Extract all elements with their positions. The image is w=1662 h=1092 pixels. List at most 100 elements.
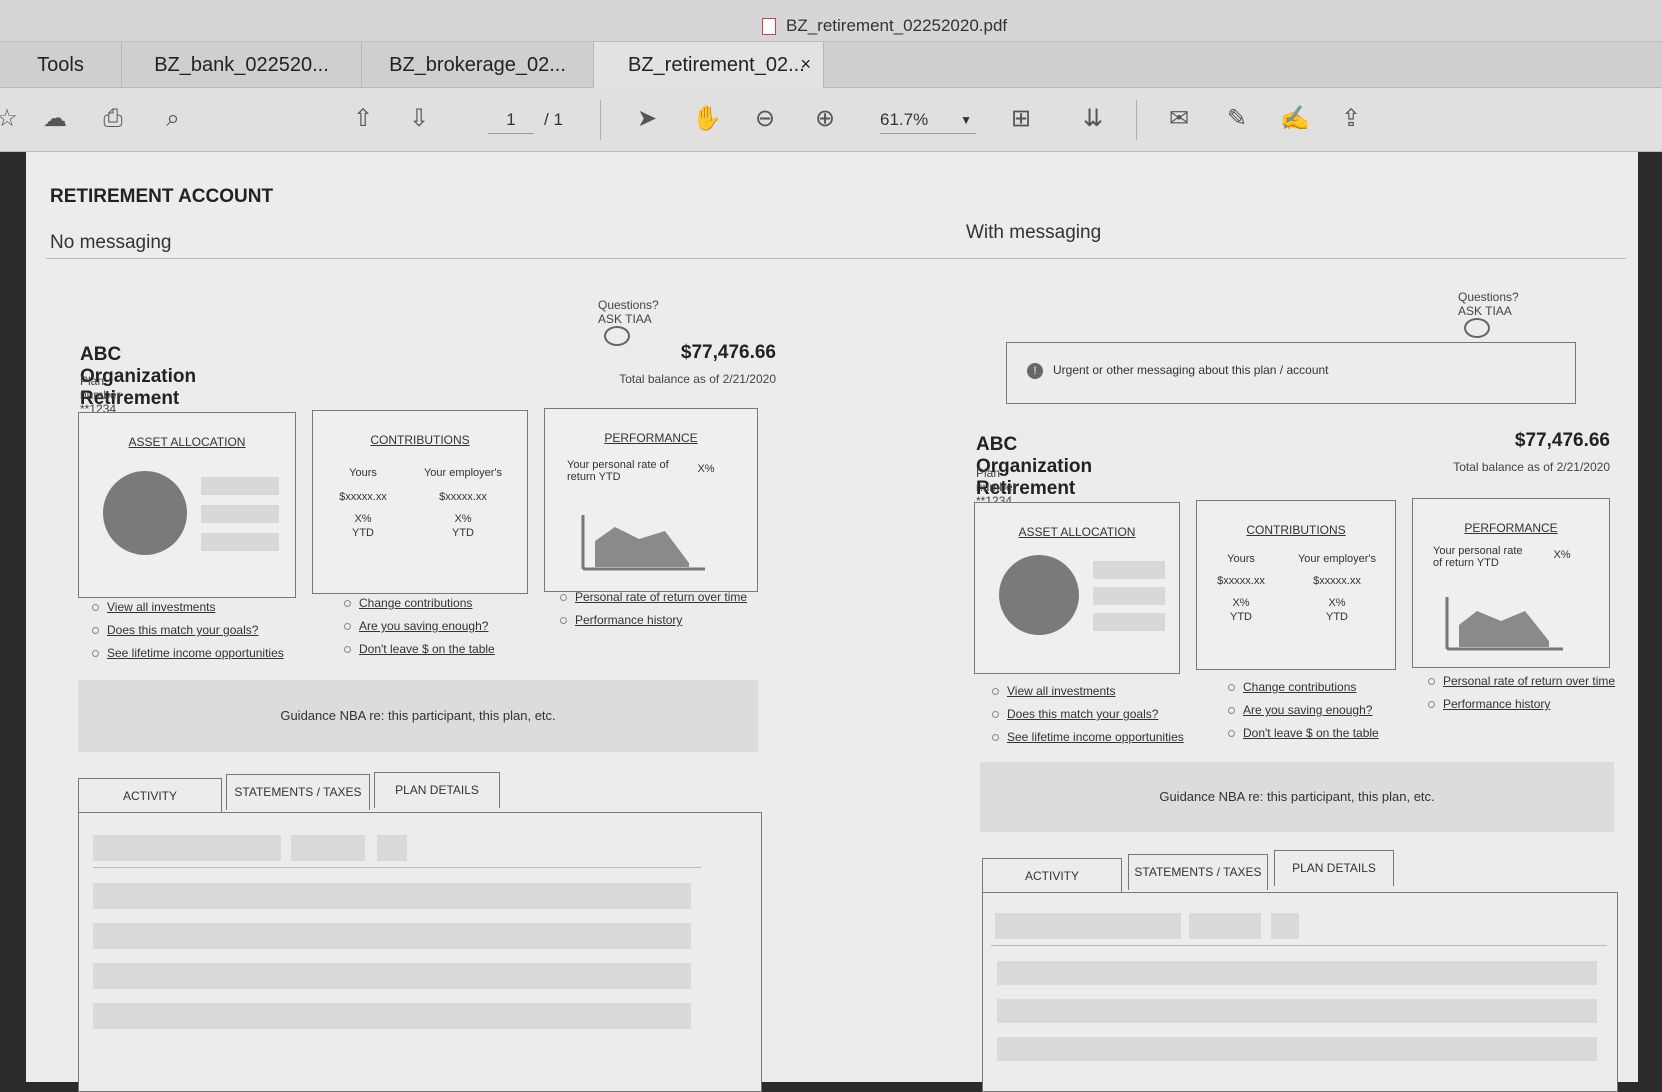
bullet-icon xyxy=(92,627,99,635)
sign-icon[interactable]: ✍ xyxy=(1278,102,1312,136)
link-view-investments[interactable]: View all investments xyxy=(92,600,284,614)
tab-retirement[interactable]: BZ_retirement_02... × xyxy=(594,42,824,88)
employer-amount: $xxxxx.xx xyxy=(1313,575,1361,587)
bullet-icon xyxy=(344,600,351,608)
link-match-goals[interactable]: Does this match your goals? xyxy=(92,623,284,637)
link-dont-leave[interactable]: Don't leave $ on the table xyxy=(344,642,495,656)
yours-ytd: YTD xyxy=(1230,611,1252,623)
link-change-contrib[interactable]: Change contributions xyxy=(1228,680,1379,694)
tab-plan-details[interactable]: PLAN DETAILS xyxy=(374,772,500,808)
tab-bar: Tools BZ_bank_022520... BZ_brokerage_02.… xyxy=(0,42,1662,116)
rate-value: X% xyxy=(1553,549,1571,561)
performance-card: PERFORMANCE Your personal rate of return… xyxy=(544,408,758,592)
alert-icon: ! xyxy=(1027,363,1043,379)
asset-links: View all investments Does this match you… xyxy=(992,684,1184,753)
search-icon[interactable]: ⌕ xyxy=(156,102,190,136)
window-title-bar: BZ_retirement_02252020.pdf xyxy=(0,0,1662,42)
placeholder-bar xyxy=(201,533,279,551)
employer-ytd: YTD xyxy=(1326,611,1348,623)
comment-icon[interactable]: ✉ xyxy=(1162,102,1196,136)
tab-statements[interactable]: STATEMENTS / TAXES xyxy=(226,774,370,810)
placeholder-row xyxy=(93,963,691,989)
total-balance: $77,476.66 xyxy=(680,342,776,363)
zoom-in-icon[interactable]: ⊕ xyxy=(808,102,842,136)
link-label: Performance history xyxy=(575,613,683,627)
link-match-goals[interactable]: Does this match your goals? xyxy=(992,707,1184,721)
highlight-pen-icon[interactable]: ✎ xyxy=(1220,102,1254,136)
print-icon[interactable]: ⎙ xyxy=(96,102,130,136)
next-page-icon[interactable]: ⇩ xyxy=(402,102,436,136)
zoom-select[interactable]: 61.7% ▼ xyxy=(880,106,976,134)
bullet-icon xyxy=(344,623,351,631)
contributions-title[interactable]: CONTRIBUTIONS xyxy=(313,433,527,447)
tab-brokerage[interactable]: BZ_brokerage_02... xyxy=(362,42,594,88)
page-heading: RETIREMENT ACCOUNT xyxy=(50,186,274,207)
rate-value: X% xyxy=(697,463,715,475)
link-saving-enough[interactable]: Are you saving enough? xyxy=(344,619,495,633)
link-saving-enough[interactable]: Are you saving enough? xyxy=(1228,703,1379,717)
bullet-icon xyxy=(560,594,567,602)
tab-plan-details[interactable]: PLAN DETAILS xyxy=(1274,850,1394,886)
contrib-links: Change contributions Are you saving enou… xyxy=(344,596,495,665)
bullet-icon xyxy=(1428,701,1435,709)
link-label: See lifetime income opportunities xyxy=(1007,730,1184,744)
placeholder-row xyxy=(93,1003,691,1029)
link-change-contrib[interactable]: Change contributions xyxy=(344,596,495,610)
toolbar-divider xyxy=(1136,100,1137,140)
page-number-input[interactable]: 1 xyxy=(488,106,534,134)
placeholder-bar xyxy=(201,505,279,523)
tab-statements[interactable]: STATEMENTS / TAXES xyxy=(1128,854,1268,890)
right-variant-label: With messaging xyxy=(966,222,1102,243)
toolbar-divider xyxy=(600,100,601,140)
tab-activity[interactable]: ACTIVITY xyxy=(78,778,222,814)
link-label: Don't leave $ on the table xyxy=(359,642,495,656)
link-label: See lifetime income opportunities xyxy=(107,646,284,660)
link-dont-leave[interactable]: Don't leave $ on the table xyxy=(1228,726,1379,740)
close-tab-icon[interactable]: × xyxy=(800,54,811,75)
link-view-investments[interactable]: View all investments xyxy=(992,684,1184,698)
placeholder-block xyxy=(1271,913,1299,939)
bullet-icon xyxy=(92,604,99,612)
scroll-mode-icon[interactable]: ⇊ xyxy=(1076,102,1110,136)
link-label: Personal rate of return over time xyxy=(575,590,748,604)
tab-bank[interactable]: BZ_bank_022520... xyxy=(122,42,362,88)
asset-allocation-title[interactable]: ASSET ALLOCATION xyxy=(79,435,295,449)
tab-tools[interactable]: Tools xyxy=(0,42,122,88)
guidance-banner: Guidance NBA re: this participant, this … xyxy=(78,680,758,752)
total-balance: $77,476.66 xyxy=(1514,430,1610,451)
fit-page-icon[interactable]: ⊞ xyxy=(1004,102,1038,136)
link-perf-history[interactable]: Performance history xyxy=(560,613,747,627)
performance-title[interactable]: PERFORMANCE xyxy=(545,431,757,445)
contributions-title[interactable]: CONTRIBUTIONS xyxy=(1197,523,1395,537)
zoom-out-icon[interactable]: ⊖ xyxy=(748,102,782,136)
placeholder-row xyxy=(93,923,691,949)
share-icon[interactable]: ⇪ xyxy=(1334,102,1368,136)
bullet-icon xyxy=(992,734,999,742)
plan-number: Plan number **1234 xyxy=(80,374,121,416)
select-cursor-icon[interactable]: ➤ xyxy=(630,102,664,136)
link-lifetime-income[interactable]: See lifetime income opportunities xyxy=(992,730,1184,744)
link-rate-over-time[interactable]: Personal rate of return over time xyxy=(1428,674,1615,688)
cloud-upload-icon[interactable]: ☁ xyxy=(38,102,72,136)
link-perf-history[interactable]: Performance history xyxy=(1428,697,1615,711)
prev-page-icon[interactable]: ⇧ xyxy=(346,102,380,136)
star-icon[interactable]: ☆ xyxy=(0,102,24,136)
bullet-icon xyxy=(992,688,999,696)
asset-links: View all investments Does this match you… xyxy=(92,600,284,669)
link-lifetime-income[interactable]: See lifetime income opportunities xyxy=(92,646,284,660)
placeholder-row xyxy=(997,1037,1597,1061)
placeholder-bar xyxy=(1093,587,1165,605)
performance-title[interactable]: PERFORMANCE xyxy=(1413,521,1609,535)
bullet-icon xyxy=(1228,684,1235,692)
placeholder-row xyxy=(997,999,1597,1023)
asset-allocation-title[interactable]: ASSET ALLOCATION xyxy=(975,525,1179,539)
hand-tool-icon[interactable]: ✋ xyxy=(690,102,724,136)
link-label: Personal rate of return over time xyxy=(1443,674,1616,688)
link-rate-over-time[interactable]: Personal rate of return over time xyxy=(560,590,747,604)
tab-activity[interactable]: ACTIVITY xyxy=(982,858,1122,894)
bullet-icon xyxy=(992,711,999,719)
contributions-card: CONTRIBUTIONS Yours Your employer's $xxx… xyxy=(1196,500,1396,670)
contrib-links: Change contributions Are you saving enou… xyxy=(1228,680,1379,749)
perf-links: Personal rate of return over time Perfor… xyxy=(1428,674,1615,720)
employer-ytd: YTD xyxy=(452,527,474,539)
